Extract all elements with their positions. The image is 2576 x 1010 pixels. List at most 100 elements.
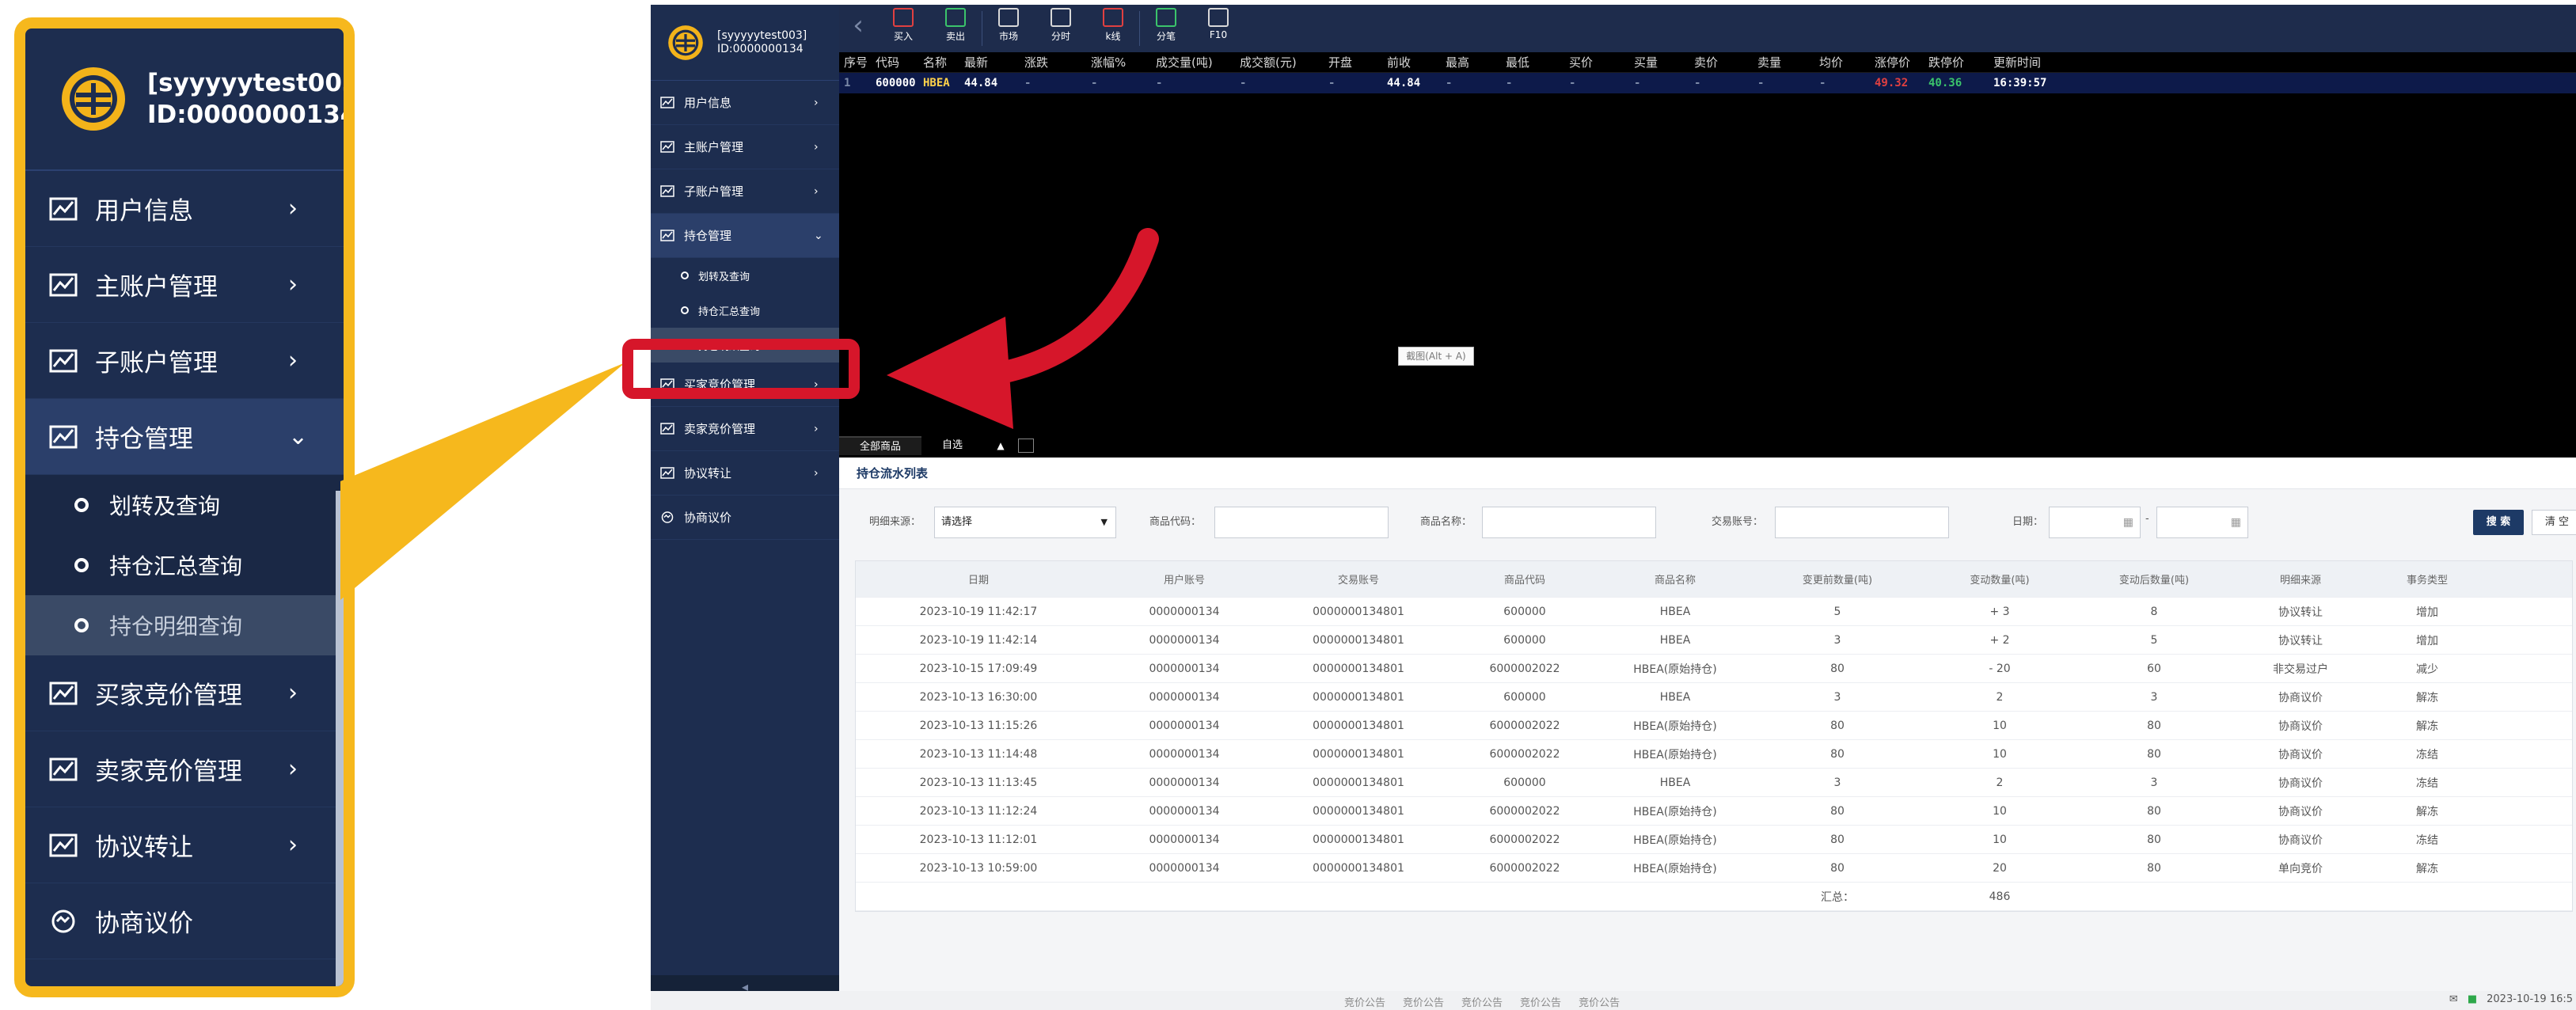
table-header-cell[interactable]: 商品名称	[1600, 571, 1750, 587]
quote-header-cell[interactable]: 卖量	[1753, 54, 1814, 70]
exchange-logo-icon	[62, 67, 125, 131]
table-row[interactable]: 2023-10-13 11:12:24 0000000134 00000001348…	[856, 797, 2572, 826]
quote-header-cell[interactable]: 前收	[1382, 54, 1441, 70]
quote-header-cell[interactable]: 均价	[1814, 54, 1870, 70]
table-row[interactable]: 2023-10-15 17:09:49 0000000134 00000001348…	[856, 655, 2572, 683]
table-cell: 协议转让	[2278, 634, 2323, 647]
toolbar-time-share-button[interactable]: 分时	[1035, 5, 1087, 52]
nav-item-sub-account[interactable]: 子账户管理 ›	[651, 169, 839, 214]
quote-header-cell[interactable]: 买量	[1629, 54, 1689, 70]
toolbar-kline-button[interactable]: k线	[1087, 5, 1139, 52]
table-cell: 单向竞价	[2278, 862, 2323, 875]
highlight-box	[622, 339, 860, 399]
quote-cell: -	[1506, 77, 1513, 89]
left-nav: [syyyyytest003] ID:0000000134 用户信息 › 主账户管理…	[651, 5, 839, 999]
table-header-cell[interactable]: 变动后数量(吨)	[2075, 571, 2233, 587]
toolbar-sell-button[interactable]: 卖出	[929, 5, 982, 52]
table-cell: 解冻	[2416, 691, 2438, 704]
mail-icon[interactable]: ✉	[2449, 993, 2458, 1005]
quote-header-cell[interactable]: 最低	[1501, 54, 1564, 70]
quote-header-cell[interactable]: 最高	[1441, 54, 1501, 70]
nav-item-sub-account[interactable]: 子账户管理 ›	[25, 323, 344, 399]
table-header-cell[interactable]: 变更前数量(吨)	[1750, 571, 1924, 587]
notice-link[interactable]: 竞价公告	[1579, 994, 1620, 1009]
nav-item-user-info[interactable]: 用户信息 ›	[651, 81, 839, 125]
clear-button[interactable]: 清 空	[2532, 510, 2576, 535]
notice-link[interactable]: 竞价公告	[1461, 994, 1503, 1009]
quote-row[interactable]: 1 600000 HBEA 44.84 - - - - - 44.84 - - - - - - - 49.32 40…	[839, 73, 2576, 93]
tab-all-products[interactable]: 全部商品	[839, 436, 922, 455]
notice-link[interactable]: 竞价公告	[1344, 994, 1385, 1009]
back-button[interactable]: ‹	[839, 5, 877, 52]
nav-item-main-account[interactable]: 主账户管理 ›	[651, 125, 839, 169]
source-select[interactable]: 请选择 ▼	[934, 507, 1116, 538]
nav-item-agreement-transfer[interactable]: 协议转让 ›	[651, 451, 839, 496]
table-cell: 6000002022	[1489, 833, 1560, 846]
code-input[interactable]	[1214, 507, 1389, 538]
toolbar-tick-button[interactable]: 分笔	[1140, 5, 1192, 52]
quote-header-cell[interactable]: 成交量(吨)	[1151, 54, 1235, 70]
name-input[interactable]	[1482, 507, 1656, 538]
toolbar-market-button[interactable]: 市场	[982, 5, 1035, 52]
nav-subitem-transfer-query[interactable]: 划转及查询	[651, 258, 839, 293]
table-row[interactable]: 2023-10-13 11:15:26 0000000134 00000001348…	[856, 712, 2572, 740]
tab-scroll-box[interactable]	[1018, 439, 1035, 453]
quote-header-cell[interactable]: 涨幅%	[1086, 54, 1151, 70]
date-start-input[interactable]: ▦	[2049, 507, 2141, 538]
table-row[interactable]: 2023-10-13 11:12:01 0000000134 00000001348…	[856, 826, 2572, 854]
table-header-cell[interactable]: 交易账号	[1267, 571, 1449, 587]
quote-header-cell[interactable]: 更新时间	[1989, 54, 2076, 70]
table-cell: 600000	[1503, 633, 1546, 647]
nav-item-user-info[interactable]: 用户信息 ›	[25, 171, 344, 247]
table-row[interactable]: 2023-10-13 10:59:00 0000000134 00000001348…	[856, 854, 2572, 883]
table-row[interactable]: 2023-10-13 11:13:45 0000000134 00000001348…	[856, 769, 2572, 797]
nav-subitem-transfer-query[interactable]: 划转及查询	[25, 475, 344, 535]
quote-header-cell[interactable]: 卖价	[1689, 54, 1753, 70]
table-row[interactable]: 2023-10-19 11:42:17 0000000134 00000001348…	[856, 598, 2572, 626]
nav-item-negotiation[interactable]: 协商议价	[25, 883, 344, 959]
table-header-cell[interactable]: 事务类型	[2368, 571, 2487, 587]
quote-header-cell[interactable]: 涨停价	[1870, 54, 1924, 70]
nav-item-seller-bidding[interactable]: 卖家竞价管理 ›	[25, 731, 344, 807]
quote-header-cell[interactable]: 涨跌	[1020, 54, 1086, 70]
table-cell: 8	[2150, 605, 2158, 618]
quote-header-cell[interactable]: 成交额(元)	[1235, 54, 1324, 70]
table-header-cell[interactable]: 日期	[856, 571, 1101, 587]
nav-item-main-account[interactable]: 主账户管理 ›	[25, 247, 344, 323]
quote-header-cell[interactable]: 名称	[918, 54, 959, 70]
table-header-cell[interactable]: 商品代码	[1449, 571, 1600, 587]
quote-header-cell[interactable]: 跌停价	[1924, 54, 1989, 70]
account-input[interactable]	[1775, 507, 1949, 538]
toolbar-buy-button[interactable]: 买入	[877, 5, 929, 52]
nav-subitem-position-summary-query[interactable]: 持仓汇总查询	[25, 535, 344, 595]
table-header-cell[interactable]: 明细来源	[2233, 571, 2368, 587]
toolbar-f10-button[interactable]: F10	[1192, 5, 1244, 52]
nav-item-agreement-transfer[interactable]: 协议转让 ›	[25, 807, 344, 883]
table-cell: 减少	[2416, 663, 2438, 676]
notice-link[interactable]: 竞价公告	[1403, 994, 1444, 1009]
tab-arrow-up-icon[interactable]: ▲	[983, 440, 1018, 451]
nav-item-negotiation[interactable]: 协商议价	[651, 496, 839, 540]
table-header-cell[interactable]: 变动数量(吨)	[1924, 571, 2075, 587]
user-name: [syyyyytest003]	[147, 69, 355, 97]
tab-watchlist[interactable]: 自选	[921, 436, 983, 455]
nav-subitem-position-detail-query[interactable]: 持仓明细查询	[25, 595, 344, 655]
nav-item-positions[interactable]: 持仓管理 ⌄	[651, 214, 839, 258]
date-end-input[interactable]: ▦	[2156, 507, 2248, 538]
table-row[interactable]: 2023-10-13 16:30:00 0000000134 00000001348…	[856, 683, 2572, 712]
table-row[interactable]: 2023-10-13 11:14:48 0000000134 00000001348…	[856, 740, 2572, 769]
quote-header-cell[interactable]: 最新	[959, 54, 1020, 70]
search-button[interactable]: 搜 索	[2473, 510, 2524, 535]
quote-header-cell[interactable]: 开盘	[1324, 54, 1382, 70]
quote-header-cell[interactable]: 代码	[871, 54, 918, 70]
nav-item-buyer-bidding[interactable]: 买家竞价管理 ›	[25, 655, 344, 731]
quote-header-cell[interactable]: 买价	[1564, 54, 1629, 70]
quote-header-cell[interactable]: 序号	[839, 54, 871, 70]
table-row[interactable]: 2023-10-19 11:42:14 0000000134 00000001348…	[856, 626, 2572, 655]
user-info: [syyyyytest003] ID:0000000134	[147, 67, 355, 131]
nav-item-seller-bidding[interactable]: 卖家竞价管理 ›	[651, 407, 839, 451]
nav-subitem-position-summary-query[interactable]: 持仓汇总查询	[651, 293, 839, 328]
table-header-cell[interactable]: 用户账号	[1101, 571, 1267, 587]
notice-link[interactable]: 竞价公告	[1520, 994, 1561, 1009]
nav-item-positions[interactable]: 持仓管理 ⌄	[25, 399, 344, 475]
